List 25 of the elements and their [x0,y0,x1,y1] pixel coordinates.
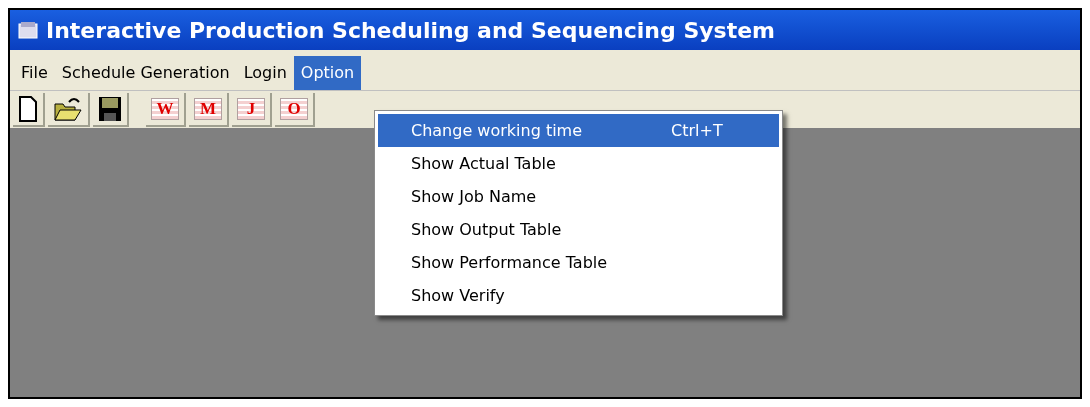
menu-option[interactable]: Show Job Name [378,180,779,213]
menu-item[interactable]: Login [236,56,294,90]
grid-letter-icon: O [280,97,308,120]
grid-letter-icon: M [194,97,222,120]
app-window-icon [18,21,38,39]
toolbar-button[interactable] [48,92,90,127]
grid-letter-icon: W [151,97,179,120]
menu-item[interactable]: Schedule Generation [54,56,237,90]
menu-option[interactable]: Show Output Table [378,213,779,246]
toolbar-button[interactable]: M [189,92,229,127]
menu-option[interactable]: Show Verify [378,279,779,312]
toolbar-button[interactable] [13,92,45,127]
window-title: Interactive Production Scheduling and Sequencing System [46,16,776,45]
grid-letter-icon: J [237,97,265,120]
menu-item[interactable]: File [14,56,55,90]
toolbar-button[interactable]: W [146,92,186,127]
menu-option[interactable]: Change working time Ctrl+T [378,114,779,147]
toolbar-button[interactable] [93,92,129,127]
menu-option[interactable]: Show Actual Table [378,147,779,180]
open-folder-icon [53,95,83,122]
menu-item[interactable]: Option [293,56,362,90]
menu-option[interactable]: Show Performance Table [378,246,779,279]
new-file-icon [18,95,38,122]
toolbar-button[interactable]: J [232,92,272,127]
toolbar-button[interactable]: O [275,92,315,127]
